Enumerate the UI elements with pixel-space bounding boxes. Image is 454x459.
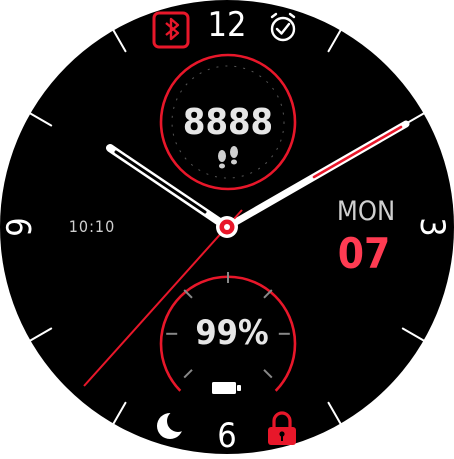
- hand-hub: [216, 216, 238, 238]
- hour-marker-3: 3: [412, 217, 452, 236]
- digital-time: 10:10: [69, 217, 115, 236]
- date: 07: [338, 229, 391, 278]
- hour-marker-6: 6: [217, 416, 236, 454]
- steps-value: 8888: [183, 102, 273, 143]
- watch-face-canvas: 12 6 3 9 8888 99% 10:10 MON 07: [0, 0, 454, 456]
- hour-marker-9: 9: [0, 217, 40, 236]
- watch-face: 12 6 3 9 8888 99% 10:10 MON 07: [0, 0, 454, 456]
- battery-value: 99%: [195, 313, 268, 353]
- day-of-week: MON: [337, 196, 395, 227]
- hour-marker-12: 12: [208, 5, 247, 45]
